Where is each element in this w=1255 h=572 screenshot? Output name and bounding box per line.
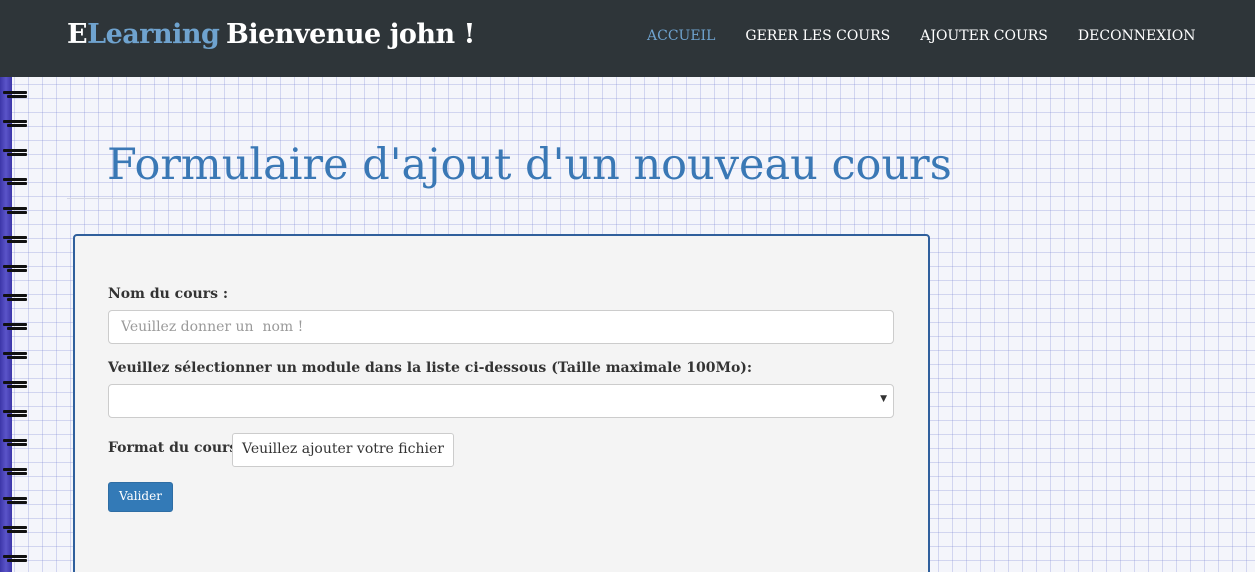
welcome-message: Bienvenue john ! [226,19,475,50]
brand-logo[interactable]: ELearning [67,19,220,50]
page-title: Formulaire d'ajout d'un nouveau cours [107,140,952,190]
binding-ring [3,496,29,505]
binding-ring [3,467,29,476]
module-select[interactable]: ▼ [108,384,894,418]
binding-ring [3,206,29,215]
nav-item-ajouter-cours[interactable]: AJOUTER COURS [920,28,1048,44]
module-select-label: Veuillez sélectionner un module dans la … [108,360,753,376]
submit-button[interactable]: Valider [108,482,173,512]
nav-item-gerer-cours[interactable]: GERER LES COURS [745,28,890,44]
nav-item-deconnexion[interactable]: DECONNEXION [1078,28,1196,44]
course-name-input[interactable] [108,310,894,344]
title-divider [67,198,929,199]
nav-menu: ACCUEIL GERER LES COURS AJOUTER COURS DE… [647,28,1225,44]
brand-name: Learning [87,19,220,50]
binding-ring [3,351,29,360]
binding-ring [3,322,29,331]
course-name-label: Nom du cours : [108,286,229,302]
top-navbar: ELearning Bienvenue john ! ACCUEIL GERER… [0,0,1255,77]
binding-ring [3,293,29,302]
binding-ring [3,438,29,447]
binding-ring [3,380,29,389]
spiral-binding-icon [3,77,31,572]
caret-down-icon: ▼ [880,394,887,404]
binding-ring [3,264,29,273]
file-upload-button[interactable]: Veuillez ajouter votre fichier [232,433,454,467]
binding-ring [3,525,29,534]
brand-initial: E [67,19,88,50]
course-form-panel: Nom du cours : Veuillez sélectionner un … [73,234,930,572]
course-format-label: Format du cours : [108,440,248,456]
nav-item-accueil[interactable]: ACCUEIL [647,28,715,44]
binding-ring [3,90,29,99]
binding-ring [3,409,29,418]
binding-ring [3,235,29,244]
binding-ring [3,148,29,157]
binding-ring [3,119,29,128]
binding-ring [3,554,29,563]
binding-ring [3,177,29,186]
